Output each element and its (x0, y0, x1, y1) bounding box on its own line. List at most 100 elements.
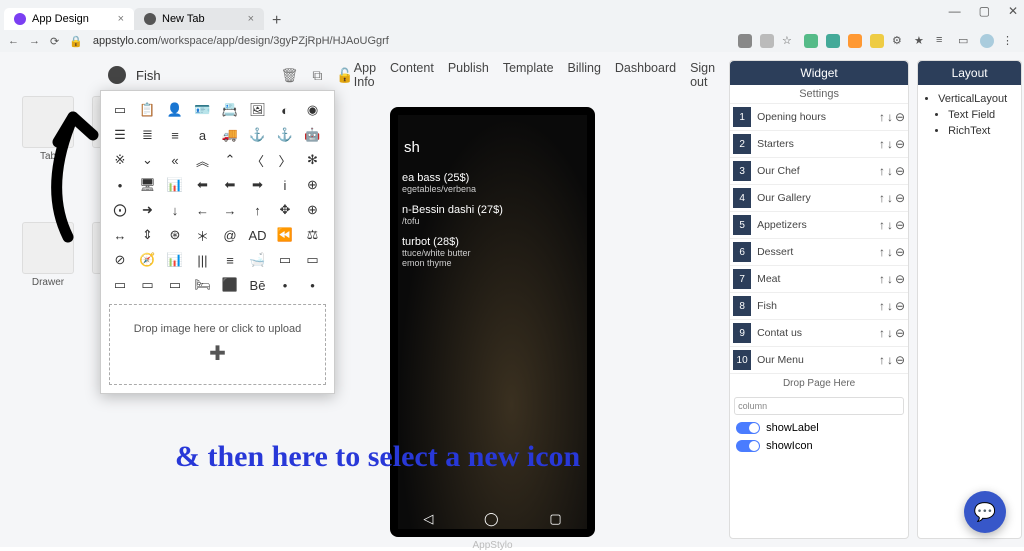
picker-icon[interactable]: ▭ (274, 249, 296, 271)
move-down-icon[interactable]: ↓ (887, 218, 893, 232)
close-tab-icon[interactable]: × (248, 13, 254, 25)
copy-icon[interactable]: ⧉ (312, 67, 322, 84)
picker-icon[interactable]: ≣ (137, 124, 159, 146)
move-up-icon[interactable]: ↑ (879, 353, 885, 367)
remove-icon[interactable]: ⊖ (895, 326, 905, 340)
avatar-icon[interactable] (980, 34, 994, 48)
picker-icon[interactable]: 🖼 (247, 99, 269, 121)
picker-icon[interactable]: a (192, 124, 214, 146)
picker-icon[interactable]: ≡ (164, 124, 186, 146)
unlock-icon[interactable]: 🔓 (336, 67, 353, 84)
ext-icon[interactable] (826, 34, 840, 48)
picker-icon[interactable]: ▭ (137, 274, 159, 296)
picker-icon[interactable]: ⌃ (219, 149, 241, 171)
browser-tab-active[interactable]: App Design × (4, 8, 134, 30)
image-drop-zone[interactable]: Drop image here or click to upload ✚ (109, 304, 326, 385)
move-up-icon[interactable]: ↑ (879, 272, 885, 286)
picker-icon[interactable]: ⇕ (137, 224, 159, 246)
picker-icon[interactable]: ⨀ (109, 199, 131, 221)
new-tab-button[interactable]: + (264, 12, 289, 30)
picker-icon[interactable]: 🧭 (137, 249, 159, 271)
picker-icon[interactable]: • (109, 174, 131, 196)
picker-icon[interactable]: ➡ (247, 174, 269, 196)
picker-icon[interactable]: ✻ (302, 149, 324, 171)
move-down-icon[interactable]: ↓ (887, 245, 893, 259)
nav-link[interactable]: Sign out (690, 61, 715, 89)
picker-icon[interactable]: AD (247, 224, 269, 246)
browser-tab[interactable]: New Tab × (134, 8, 264, 30)
picker-icon[interactable]: i (274, 174, 296, 196)
move-down-icon[interactable]: ↓ (887, 191, 893, 205)
picker-icon[interactable]: ⚓ (247, 124, 269, 146)
ext-icon[interactable]: ☆ (782, 34, 796, 48)
picker-icon[interactable]: 🛁 (247, 249, 269, 271)
picker-icon[interactable]: 👤 (164, 99, 186, 121)
ext-icon[interactable] (804, 34, 818, 48)
reload-button[interactable]: ⟳ (50, 35, 59, 48)
picker-icon[interactable]: ※ (109, 149, 131, 171)
nav-link[interactable]: App Info (354, 61, 376, 89)
layout-node[interactable]: VerticalLayout (938, 91, 1013, 107)
move-down-icon[interactable]: ↓ (887, 164, 893, 178)
picker-icon[interactable]: ⬛ (219, 274, 241, 296)
minimize-button[interactable]: — (949, 4, 961, 18)
layout-node[interactable]: RichText (948, 123, 1013, 139)
picker-icon[interactable]: ≡ (219, 249, 241, 271)
back-key-icon[interactable]: ◁ (423, 511, 433, 527)
picker-icon[interactable]: ⏪ (274, 224, 296, 246)
widget-tile[interactable]: Tab (18, 96, 78, 162)
picker-icon[interactable]: ⚖ (302, 224, 324, 246)
move-down-icon[interactable]: ↓ (887, 137, 893, 151)
picker-icon[interactable]: ◐ (274, 99, 296, 121)
ext-icon[interactable]: ⚙ (892, 34, 906, 48)
ext-icon[interactable]: ≡ (936, 34, 950, 48)
nav-link[interactable]: Dashboard (615, 61, 676, 89)
page-row[interactable]: 1 Opening hours ↑ ↓ ⊖ (730, 104, 908, 131)
page-row[interactable]: 8 Fish ↑ ↓ ⊖ (730, 293, 908, 320)
toggle-switch[interactable] (736, 440, 760, 452)
move-down-icon[interactable]: ↓ (887, 353, 893, 367)
picker-icon[interactable]: ＊ (192, 224, 214, 246)
page-row[interactable]: 9 Contat us ↑ ↓ ⊖ (730, 320, 908, 347)
nav-link[interactable]: Publish (448, 61, 489, 89)
picker-icon[interactable]: ✥ (274, 199, 296, 221)
picker-icon[interactable]: ▭ (109, 99, 131, 121)
picker-icon[interactable]: ⚓ (274, 124, 296, 146)
picker-icon[interactable]: ⬅ (192, 174, 214, 196)
picker-icon[interactable]: ▭ (164, 274, 186, 296)
remove-icon[interactable]: ⊖ (895, 353, 905, 367)
back-button[interactable]: ← (8, 35, 19, 47)
picker-icon[interactable]: ↑ (247, 199, 269, 221)
picker-icon[interactable]: 📇 (219, 99, 241, 121)
picker-icon[interactable]: ⊛ (164, 224, 186, 246)
ext-icon[interactable]: ★ (914, 34, 928, 48)
page-row[interactable]: 6 Dessert ↑ ↓ ⊖ (730, 239, 908, 266)
page-row[interactable]: 4 Our Gallery ↑ ↓ ⊖ (730, 185, 908, 212)
picker-icon[interactable]: « (164, 149, 186, 171)
ext-icon[interactable] (760, 34, 774, 48)
nav-link[interactable]: Content (390, 61, 434, 89)
picker-icon[interactable]: 🪪 (192, 99, 214, 121)
menu-icon[interactable]: ⋮ (1002, 34, 1016, 48)
picker-icon[interactable]: ➜ (137, 199, 159, 221)
picker-icon[interactable]: 〈 (247, 149, 269, 171)
picker-icon[interactable]: @ (219, 224, 241, 246)
picker-icon[interactable]: 📊 (164, 174, 186, 196)
move-up-icon[interactable]: ↑ (879, 299, 885, 313)
picker-icon[interactable]: ◉ (302, 99, 324, 121)
nav-link[interactable]: Template (503, 61, 554, 89)
picker-icon[interactable]: ⊕ (302, 199, 324, 221)
close-window-button[interactable]: ✕ (1008, 4, 1018, 18)
picker-icon[interactable]: 📊 (164, 249, 186, 271)
page-row[interactable]: 3 Our Chef ↑ ↓ ⊖ (730, 158, 908, 185)
picker-icon[interactable]: • (274, 274, 296, 296)
move-up-icon[interactable]: ↑ (879, 245, 885, 259)
move-up-icon[interactable]: ↑ (879, 164, 885, 178)
page-row[interactable]: 7 Meat ↑ ↓ ⊖ (730, 266, 908, 293)
move-up-icon[interactable]: ↑ (879, 137, 885, 151)
picker-icon[interactable]: 🤖 (302, 124, 324, 146)
move-up-icon[interactable]: ↑ (879, 110, 885, 124)
picker-icon[interactable]: 📋 (137, 99, 159, 121)
remove-icon[interactable]: ⊖ (895, 164, 905, 178)
picker-icon[interactable]: 🖥 (137, 174, 159, 196)
